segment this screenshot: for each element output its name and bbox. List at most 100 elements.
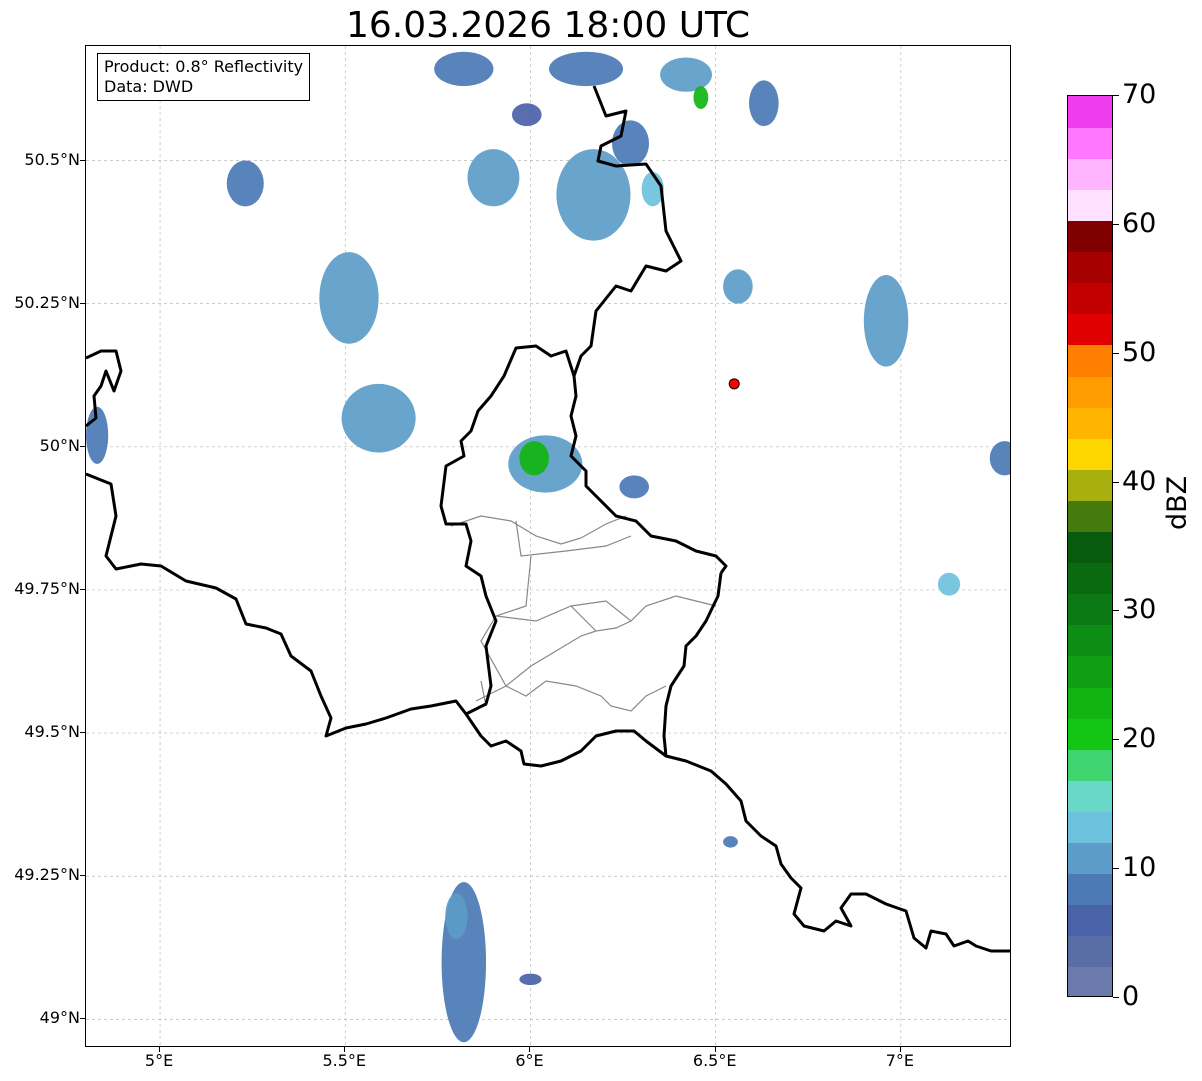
radar-echo: [863, 275, 909, 367]
lat-tick-mark: [80, 732, 85, 734]
colorbar-segment: [1068, 624, 1112, 657]
colorbar-segment: [1068, 344, 1112, 377]
radar-echo: [749, 80, 779, 127]
radar-echo: [549, 51, 624, 87]
colorbar-segment: [1068, 469, 1112, 501]
lat-tick-mark: [80, 302, 85, 304]
radar-echo: [319, 252, 379, 344]
radar-echo: [937, 572, 961, 596]
colorbar-tick-label: 70: [1122, 79, 1157, 110]
lat-tick-mark: [80, 588, 85, 590]
radar-echo: [519, 973, 542, 986]
colorbar-segment: [1068, 842, 1112, 875]
colorbar-tick-mark: [1113, 95, 1119, 96]
radar-echo: [989, 441, 1010, 476]
lon-tick-mark: [529, 1047, 531, 1052]
colorbar-segment: [1068, 935, 1112, 968]
radar-echo: [519, 441, 549, 476]
lat-tick-label: 49.25°N: [14, 865, 80, 885]
colorbar-segment: [1068, 966, 1112, 996]
reflectivity-echoes: [86, 51, 1010, 1043]
colorbar-segment: [1068, 313, 1112, 346]
product-label: Product: 0.8° Reflectivity: [104, 57, 304, 76]
colorbar-segment: [1068, 500, 1112, 533]
colorbar-segment: [1068, 655, 1112, 688]
colorbar-tick-mark: [1113, 610, 1119, 612]
radar-echo: [467, 149, 520, 207]
dbz-colorbar: [1067, 95, 1113, 997]
colorbar-segment: [1068, 407, 1112, 439]
colorbar-segment: [1068, 718, 1112, 750]
lat-tick-label: 49°N: [39, 1008, 80, 1028]
radar-map[interactable]: [85, 45, 1011, 1047]
lat-tick-mark: [80, 159, 85, 161]
colorbar-segment: [1068, 251, 1112, 284]
colorbar-tick-label: 50: [1122, 336, 1157, 368]
colorbar-tick-label: 10: [1122, 852, 1157, 884]
radar-echo: [723, 836, 738, 848]
data-source-label: Data: DWD: [104, 77, 194, 96]
colorbar-tick-mark: [1113, 223, 1119, 225]
radar-echo: [619, 475, 650, 499]
radar-echo: [445, 893, 468, 940]
colorbar-tick-mark: [1113, 868, 1119, 870]
lon-tick-label: 5.5°E: [322, 1051, 367, 1070]
lon-tick-label: 6°E: [515, 1051, 544, 1070]
product-info-box: Product: 0.8° Reflectivity Data: DWD: [97, 53, 311, 101]
map-title: 16.03.2026 18:00 UTC: [345, 5, 751, 46]
lat-tick-mark: [80, 875, 85, 877]
colorbar-segment: [1068, 189, 1112, 221]
lat-tick-mark: [80, 445, 85, 447]
colorbar-unit-label: dBZ: [1162, 475, 1193, 530]
lon-tick-label: 5°E: [144, 1051, 174, 1070]
radar-echo: [341, 383, 416, 453]
colorbar-segment: [1068, 749, 1112, 781]
lat-tick-label: 49.75°N: [14, 578, 80, 598]
colorbar-segment: [1068, 562, 1112, 595]
radar-echo: [611, 120, 650, 167]
colorbar-segment: [1068, 904, 1112, 937]
radar-echo: [226, 160, 264, 207]
colorbar-segment: [1068, 686, 1112, 719]
map-canvas: [86, 46, 1010, 1046]
colorbar-tick-mark: [1113, 997, 1119, 998]
lat-tick-mark: [80, 1018, 85, 1020]
colorbar-segment: [1068, 438, 1112, 470]
lon-tick-label: 7°E: [885, 1051, 915, 1070]
colorbar-segment: [1068, 375, 1112, 408]
borders: [86, 85, 1010, 953]
colorbar-tick-label: 20: [1122, 723, 1157, 755]
colorbar-tick-mark: [1113, 352, 1119, 354]
colorbar-tick-mark: [1113, 481, 1119, 483]
colorbar-tick-label: 0: [1122, 981, 1140, 1012]
lat-tick-label: 50°N: [39, 435, 80, 455]
colorbar-segment: [1068, 220, 1112, 253]
radar-echo: [511, 103, 542, 127]
lon-tick-mark: [344, 1047, 346, 1052]
lat-tick-label: 50.25°N: [14, 292, 80, 312]
colorbar-segment: [1068, 593, 1112, 626]
colorbar-tick-label: 60: [1122, 207, 1157, 239]
radar-echo: [723, 269, 753, 304]
lat-tick-label: 49.5°N: [24, 722, 80, 742]
colorbar-segment: [1068, 811, 1112, 844]
radar-echo: [434, 51, 494, 87]
colorbar-segment: [1068, 158, 1112, 190]
radar-echo: [693, 86, 709, 109]
colorbar-tick-label: 40: [1122, 465, 1157, 497]
colorbar-segment: [1068, 780, 1112, 812]
lon-tick-mark: [159, 1047, 161, 1052]
lon-tick-mark: [714, 1047, 716, 1052]
lat-tick-label: 50.5°N: [24, 149, 80, 169]
colorbar-segment: [1068, 282, 1112, 315]
colorbar-segment: [1068, 127, 1112, 159]
colorbar-segment: [1068, 531, 1112, 564]
lon-tick-mark: [899, 1047, 901, 1052]
colorbar-tick-label: 30: [1122, 594, 1157, 626]
colorbar-tick-mark: [1113, 739, 1119, 741]
national-borders: [86, 85, 1010, 953]
radar-site-marker[interactable]: [728, 378, 740, 390]
lon-tick-label: 6.5°E: [692, 1051, 737, 1070]
radar-echo: [660, 57, 712, 92]
colorbar-segment: [1068, 873, 1112, 906]
